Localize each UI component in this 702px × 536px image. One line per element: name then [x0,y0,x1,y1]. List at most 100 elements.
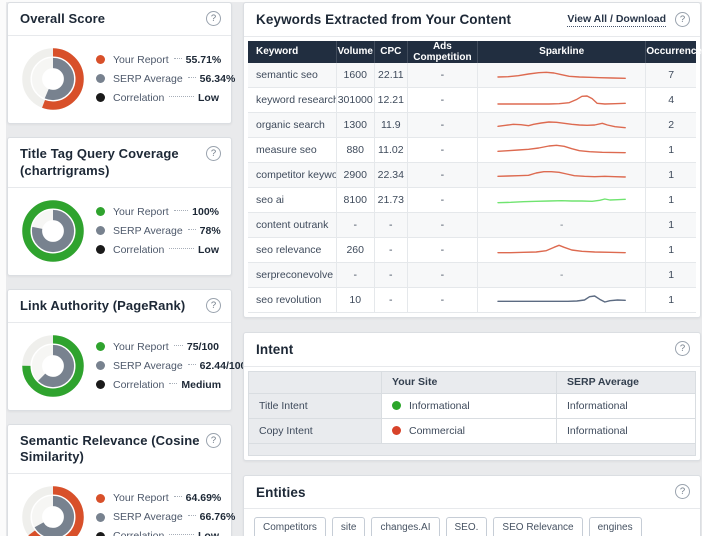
entity-tag: site [332,517,366,536]
sparkline-chart [498,165,625,185]
ads-competition-cell: - [407,63,477,88]
dotted-leader [169,96,194,97]
legend-value: Medium [181,379,221,391]
legend-value: 75/100 [187,341,219,353]
dotted-leader [188,364,196,365]
legend-label: SERP Average [113,73,183,85]
ads-competition-cell: - [407,88,477,113]
donut-chart [22,200,84,262]
dotted-leader [188,515,196,516]
help-icon[interactable]: ? [206,146,221,161]
legend-value: 64.69% [186,492,222,504]
dotted-leader [174,345,183,346]
col-keyword: Keyword [248,41,336,63]
score-card-title: Title Tag Query Coverage (chartrigrams) [20,146,206,180]
help-icon[interactable]: ? [206,433,221,448]
dotted-leader [188,77,196,78]
help-icon[interactable]: ? [206,11,221,26]
cpc-cell: - [374,213,407,238]
keyword-row: organic search 1300 11.9 - 2 [248,113,696,138]
keyword-cell: serpreconevolve seo [248,263,336,288]
help-icon[interactable]: ? [675,484,690,499]
legend-label: Correlation [113,244,164,256]
intent-row: Title Intent Informational Informational [249,393,696,418]
intent-empty-row [248,444,696,456]
occurrences-cell: 1 [646,288,696,313]
metrics-sidebar: Overall Score ? You [7,2,232,536]
score-card-title: Link Authority (PageRank) [20,298,185,315]
entities-tag-list: Competitors site changes.AI SEO. SEO Rel… [244,509,700,536]
legend-value: 66.76% [200,511,236,523]
sparkline-cell: - [477,263,645,288]
dotted-leader [169,383,177,384]
your-site-cell: Informational [382,393,557,418]
occurrences-cell: 1 [646,238,696,263]
entity-tag: SEO. [446,517,488,536]
legend-dot [96,93,105,102]
score-legend: Your Report 75/100 SERP Average 62.44/10… [96,334,219,398]
sparkline-empty: - [560,270,563,281]
cpc-cell: 12.21 [374,88,407,113]
legend-dot [96,361,105,370]
main-column: Keywords Extracted from Your Content Vie… [243,2,701,536]
intent-table: Your Site SERP Average Title Intent Info… [248,371,696,444]
help-icon[interactable]: ? [675,12,690,27]
legend-label: Your Report [113,341,169,353]
score-legend: Your Report 100% SERP Average 78% [96,199,219,263]
occurrences-cell: 1 [646,188,696,213]
volume-cell: 2900 [336,163,374,188]
legend-dot [96,55,105,64]
keyword-row: content outrank - - - - 1 [248,213,696,238]
col-cpc: CPC [374,41,407,63]
occurrences-cell: 1 [646,213,696,238]
col-your-site: Your Site [382,371,557,393]
keyword-cell: seo revolution [248,288,336,313]
volume-cell: 8100 [336,188,374,213]
cpc-cell: - [374,238,407,263]
legend-label: Your Report [113,206,169,218]
legend-dot [96,532,105,536]
intent-status-dot [392,426,401,435]
legend-dot [96,380,105,389]
dotted-leader [174,496,182,497]
intent-status-dot [392,401,401,410]
entity-tag: changes.AI [371,517,439,536]
keyword-row: serpreconevolve seo - - - - 1 [248,263,696,288]
legend-label: SERP Average [113,511,183,523]
entity-tag: Competitors [254,517,326,536]
legend-row-your-report: Your Report 55.71% [96,54,219,66]
help-icon[interactable]: ? [675,341,690,356]
view-all-download-link[interactable]: View All / Download [567,13,666,27]
keyword-cell: measure seo [248,138,336,163]
volume-cell: 260 [336,238,374,263]
sparkline-cell [477,88,645,113]
score-card-title: Semantic Relevance (Cosine Similarity) [20,433,206,467]
legend-dot [96,226,105,235]
legend-label: Correlation [113,379,164,391]
legend-label: SERP Average [113,225,183,237]
occurrences-cell: 1 [646,163,696,188]
legend-dot [96,342,105,351]
entities-card: Entities ? Competitors site changes.AI S… [243,475,701,536]
intent-card: Intent ? Your Site SERP Average [243,332,701,461]
volume-cell: 880 [336,138,374,163]
legend-label: SERP Average [113,360,183,372]
keyword-cell: seo ai [248,188,336,213]
dotted-leader [174,58,182,59]
occurrences-cell: 4 [646,88,696,113]
dotted-leader [169,534,194,535]
ads-competition-cell: - [407,113,477,138]
legend-row-correlation: Correlation Low [96,530,219,536]
sparkline-chart [498,240,625,260]
keyword-cell: semantic seo [248,63,336,88]
donut-chart [22,48,84,110]
your-site-cell: Commercial [382,418,557,443]
legend-row-serp-average: SERP Average 78% [96,225,219,237]
score-card-header: Title Tag Query Coverage (chartrigrams) … [8,138,231,188]
volume-cell: - [336,213,374,238]
dotted-leader [169,248,194,249]
serp-average-cell: Informational [557,393,696,418]
help-icon[interactable]: ? [206,298,221,313]
entity-tag: engines [589,517,642,536]
legend-value: 78% [200,225,221,237]
